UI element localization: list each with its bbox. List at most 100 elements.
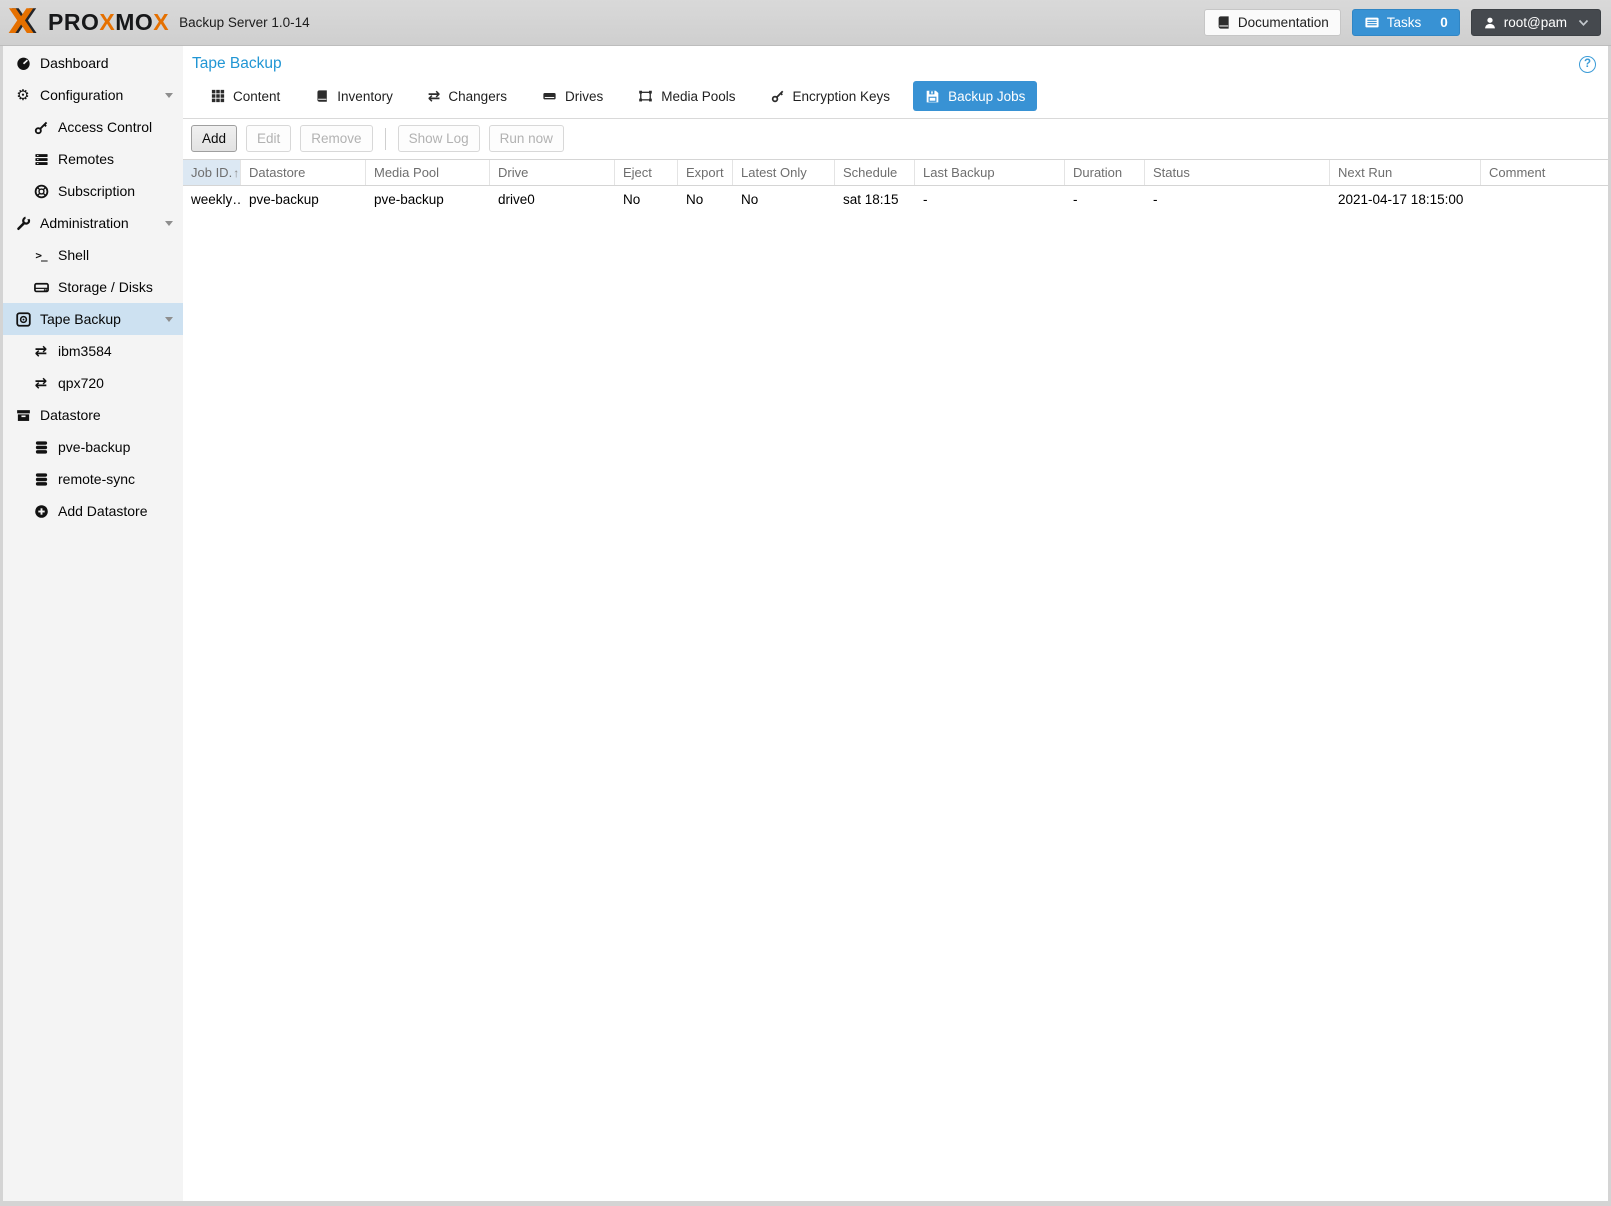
- run-now-button[interactable]: Run now: [488, 125, 564, 152]
- column-header-status[interactable]: Status: [1145, 160, 1330, 185]
- column-header-latest-only[interactable]: Latest Only: [733, 160, 835, 185]
- column-header-job-id[interactable]: Job ID. ↑: [183, 160, 241, 185]
- tab-bar: Content Inventory ⇄ Changers Drives Medi…: [183, 79, 1608, 119]
- object-group-icon: [638, 89, 653, 103]
- proxmox-logo-mark-icon: X X: [8, 2, 44, 42]
- exchange-icon: ⇄: [34, 341, 48, 360]
- cell-comment: [1481, 186, 1608, 213]
- tape-icon: [13, 311, 33, 327]
- column-header-eject[interactable]: Eject: [615, 160, 678, 185]
- table-row[interactable]: weekly… pve-backup pve-backup drive0 No …: [183, 186, 1608, 213]
- sidebar-item-tape-backup[interactable]: Tape Backup: [3, 303, 183, 335]
- tab-backup-jobs[interactable]: Backup Jobs: [913, 81, 1038, 111]
- cell-export: No: [686, 192, 704, 207]
- wordmark-seg: MO: [115, 9, 154, 35]
- add-button[interactable]: Add: [191, 125, 238, 152]
- toolbar-separator: [384, 127, 386, 150]
- sort-ascending-icon: ↑: [233, 165, 240, 180]
- wrench-icon: [13, 215, 33, 231]
- column-header-export[interactable]: Export: [678, 160, 733, 185]
- sidebar-item-datastore[interactable]: Datastore: [3, 399, 183, 431]
- tasks-label: Tasks: [1386, 15, 1422, 30]
- sidebar-item-configuration[interactable]: ⚙ Configuration: [3, 79, 183, 111]
- tab-content[interactable]: Content: [199, 81, 292, 111]
- sidebar-item-subscription[interactable]: Subscription: [3, 175, 183, 207]
- gears-icon: ⚙: [16, 85, 30, 104]
- wordmark-seg-orange: X: [153, 9, 170, 35]
- sidebar-item-shell[interactable]: >_ Shell: [3, 239, 183, 271]
- sidebar-item-pve-backup[interactable]: pve-backup: [3, 431, 183, 463]
- sidebar: Dashboard ⚙ Configuration Access Control…: [3, 46, 183, 1201]
- edit-button[interactable]: Edit: [246, 125, 292, 152]
- user-menu-button[interactable]: root@pam: [1470, 9, 1601, 36]
- remotes-list-icon: [31, 152, 51, 167]
- documentation-button[interactable]: Documentation: [1203, 9, 1341, 36]
- column-header-media-pool[interactable]: Media Pool: [366, 160, 490, 185]
- book-icon: [1216, 15, 1231, 30]
- tasks-button[interactable]: Tasks 0: [1351, 9, 1460, 36]
- tab-label: Inventory: [337, 88, 393, 104]
- exchange-icon: ⇄: [34, 373, 48, 392]
- tab-inventory[interactable]: Inventory: [303, 81, 405, 111]
- wordmark-seg-orange: X: [99, 9, 116, 35]
- sidebar-item-qpx720[interactable]: ⇄ qpx720: [3, 367, 183, 399]
- collapse-caret-icon[interactable]: [165, 93, 173, 98]
- tab-encryption-keys[interactable]: Encryption Keys: [759, 81, 903, 111]
- sidebar-item-label: Subscription: [58, 183, 136, 199]
- sidebar-item-remotes[interactable]: Remotes: [3, 143, 183, 175]
- proxmox-wordmark: PROXMOX: [48, 9, 169, 36]
- proxmox-logo: X X PROXMOX: [8, 2, 169, 42]
- sidebar-item-label: Datastore: [40, 407, 101, 423]
- remove-button[interactable]: Remove: [300, 125, 373, 152]
- sidebar-item-dashboard[interactable]: Dashboard: [3, 47, 183, 79]
- help-button[interactable]: ?: [1579, 55, 1596, 73]
- content-panel: Tape Backup ? Content Inventory ⇄ Change…: [183, 46, 1608, 1201]
- column-header-datastore[interactable]: Datastore: [241, 160, 366, 185]
- column-header-schedule[interactable]: Schedule: [835, 160, 915, 185]
- collapse-caret-icon[interactable]: [165, 221, 173, 226]
- chevron-down-icon: [1578, 19, 1589, 27]
- cell-job-id: weekly…: [191, 192, 241, 207]
- tab-changers[interactable]: ⇄ Changers: [416, 81, 519, 111]
- hdd-icon: [31, 280, 51, 295]
- book-icon: [315, 89, 329, 103]
- top-bar: X X PROXMOX Backup Server 1.0-14 Documen…: [0, 0, 1611, 46]
- sidebar-item-label: Configuration: [40, 87, 124, 103]
- sidebar-item-storage-disks[interactable]: Storage / Disks: [3, 271, 183, 303]
- tasks-list-icon: [1364, 15, 1380, 30]
- collapse-caret-icon[interactable]: [165, 317, 173, 322]
- tab-label: Media Pools: [661, 88, 736, 104]
- sidebar-item-remote-sync[interactable]: remote-sync: [3, 463, 183, 495]
- sidebar-item-administration[interactable]: Administration: [3, 207, 183, 239]
- tab-media-pools[interactable]: Media Pools: [626, 81, 747, 111]
- cell-eject: No: [623, 192, 641, 207]
- backup-jobs-table: Job ID. ↑ Datastore Media Pool Drive Ejec…: [183, 159, 1608, 213]
- column-header-next-run[interactable]: Next Run: [1330, 160, 1481, 185]
- column-header-drive[interactable]: Drive: [490, 160, 615, 185]
- page-title: Tape Backup: [192, 55, 282, 72]
- cell-schedule: sat 18:15: [843, 192, 899, 207]
- cell-media-pool: pve-backup: [374, 192, 444, 207]
- tab-drives[interactable]: Drives: [530, 81, 615, 111]
- column-label: Job ID.: [191, 165, 233, 180]
- plus-circle-icon: [31, 504, 51, 519]
- archive-icon: [13, 408, 33, 423]
- sidebar-item-label: Access Control: [58, 119, 153, 135]
- sidebar-item-access-control[interactable]: Access Control: [3, 111, 183, 143]
- sidebar-item-add-datastore[interactable]: Add Datastore: [3, 495, 183, 527]
- toolbar: Add Edit Remove Show Log Run now: [183, 119, 1608, 159]
- show-log-button[interactable]: Show Log: [397, 125, 480, 152]
- cell-next-run: 2021-04-17 18:15:00: [1338, 192, 1464, 207]
- sidebar-item-label: Tape Backup: [40, 311, 121, 327]
- key-icon: [771, 89, 785, 103]
- cell-duration: -: [1073, 192, 1078, 207]
- sidebar-item-label: pve-backup: [58, 439, 131, 455]
- sidebar-item-label: ibm3584: [58, 343, 112, 359]
- life-ring-icon: [31, 184, 51, 199]
- cell-latest-only: No: [741, 192, 759, 207]
- column-header-last-backup[interactable]: Last Backup: [915, 160, 1065, 185]
- column-header-comment[interactable]: Comment: [1481, 160, 1608, 185]
- column-header-duration[interactable]: Duration: [1065, 160, 1145, 185]
- sidebar-item-ibm3584[interactable]: ⇄ ibm3584: [3, 335, 183, 367]
- dashboard-icon: [13, 56, 33, 71]
